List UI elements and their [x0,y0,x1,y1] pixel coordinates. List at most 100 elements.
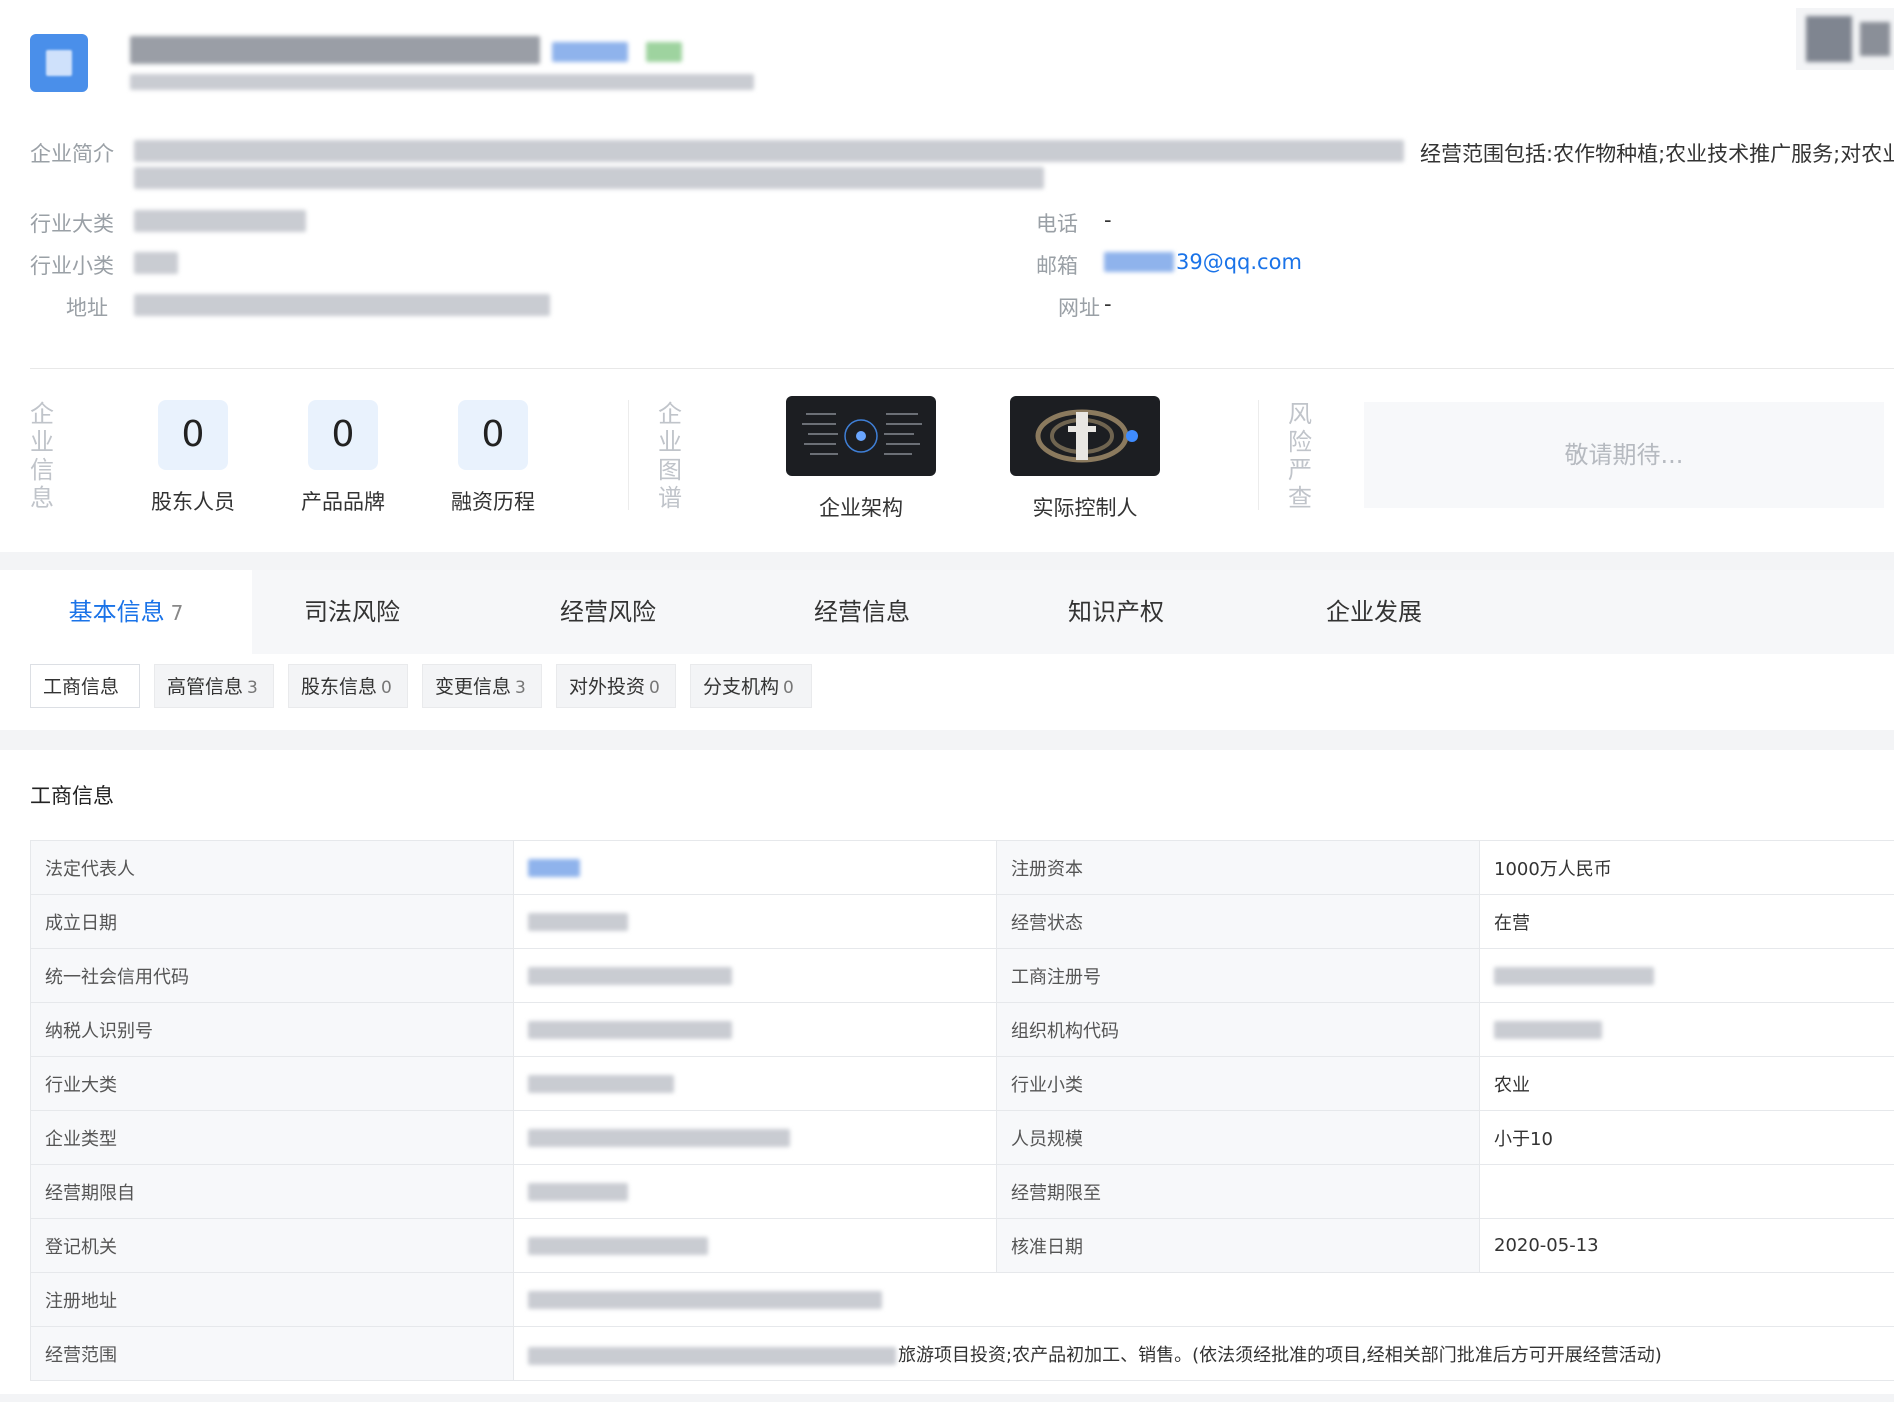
stat-label: 股东人员 [151,490,235,514]
table-key: 核准日期 [996,1218,1480,1273]
qr-code-icon[interactable] [1796,8,1894,70]
table-key: 法定代表人 [30,840,514,895]
subtab-count: 3 [247,678,258,698]
subtab-changes[interactable]: 变更信息 3 [422,664,542,708]
strip-separator [1258,400,1259,510]
website-value: - [1104,292,1112,316]
table-value-redacted [513,1164,997,1219]
risk-vertical-label: 风险严查 [1288,400,1312,512]
table-key: 统一社会信用代码 [30,948,514,1003]
table-value-redacted [513,1002,997,1057]
card-label: 实际控制人 [1032,496,1138,520]
subtab-executives[interactable]: 高管信息 3 [154,664,274,708]
table-row: 法定代表人 注册资本 1000万人民币 [30,840,1894,895]
tab-development[interactable]: 企业发展 [1274,570,1474,654]
subtab-business-registration[interactable]: 工商信息 [30,664,140,708]
org-structure-thumbnail-icon [786,396,936,476]
email-label: 邮箱 [1036,254,1078,278]
table-row: 经营范围 旅游项目投资;农产品初加工、销售。(依法须经批准的项目,经相关部门批准… [30,1326,1894,1381]
table-value [1479,1164,1894,1219]
subtab-count: 3 [515,678,526,698]
subindustry-value-redacted [134,252,178,274]
table-value-redacted [513,894,997,949]
corp-info-vertical-label: 企业信息 [30,400,54,512]
subtab-count: 0 [649,678,660,698]
legal-rep-value[interactable] [513,840,997,895]
business-info-table: 法定代表人 注册资本 1000万人民币 成立日期 经营状态 在营 统一社会信用代… [30,840,1894,1381]
address-label: 地址 [66,296,108,320]
table-key: 经营状态 [996,894,1480,949]
card-label: 企业架构 [819,496,903,520]
table-key: 注册地址 [30,1272,514,1327]
table-key: 人员规模 [996,1110,1480,1165]
subindustry-label: 行业小类 [30,254,114,278]
subtab-label: 对外投资 [569,676,646,698]
stat-label: 融资历程 [451,490,535,514]
table-value-redacted [513,1056,997,1111]
stat-count: 0 [458,400,528,470]
tab-basic-info[interactable]: 基本信息 7 [0,570,252,654]
tab-badge: 7 [170,601,184,625]
table-value: 1000万人民币 [1479,840,1894,895]
subtab-label: 分支机构 [703,676,780,698]
subtab-label: 变更信息 [435,676,512,698]
intro-label: 企业简介 [30,142,114,166]
coming-soon-panel: 敬请期待... [1364,402,1884,508]
phone-label: 电话 [1036,212,1078,236]
subtab-shareholders[interactable]: 股东信息 0 [288,664,408,708]
stat-count: 0 [308,400,378,470]
table-key: 经营期限自 [30,1164,514,1219]
table-key: 工商注册号 [996,948,1480,1003]
website-label: 网址 [1058,296,1100,320]
tab-label: 司法风险 [304,598,400,626]
org-structure-card[interactable]: 企业架构 [786,396,936,522]
tab-business-risk[interactable]: 经营风险 [508,570,708,654]
email-link[interactable]: 39@qq.com [1176,250,1302,274]
business-scope-text: 旅游项目投资;农产品初加工、销售。(依法须经批准的项目,经相关部门批准后方可开展… [898,1344,1662,1366]
divider [30,368,1894,369]
subtab-count: 0 [783,678,794,698]
table-key: 纳税人识别号 [30,1002,514,1057]
table-key: 登记机关 [30,1218,514,1273]
table-row: 纳税人识别号 组织机构代码 [30,1002,1894,1057]
tab-judicial-risk[interactable]: 司法风险 [252,570,452,654]
table-key: 企业类型 [30,1110,514,1165]
intro-text: 经营范围包括:农作物种植;农业技术推广服务;对农业 [1420,142,1894,166]
status-badge-redacted [646,42,682,62]
financing-stat[interactable]: 0 融资历程 [428,400,558,516]
table-value: 小于10 [1479,1110,1894,1165]
company-name-redacted [130,36,540,64]
main-tabs: 基本信息 7 司法风险 经营风险 经营信息 知识产权 企业发展 [0,570,1894,654]
intro-text-redacted [134,140,1404,162]
table-value-redacted [1479,948,1894,1003]
table-value: 农业 [1479,1056,1894,1111]
table-row: 成立日期 经营状态 在营 [30,894,1894,949]
stat-label: 产品品牌 [301,490,385,514]
shareholders-stat[interactable]: 0 股东人员 [128,400,258,516]
table-row: 统一社会信用代码 工商注册号 [30,948,1894,1003]
subtab-label: 股东信息 [301,676,378,698]
tab-business-info[interactable]: 经营信息 [762,570,962,654]
table-key: 行业大类 [30,1056,514,1111]
table-value-redacted [1479,1002,1894,1057]
table-value-redacted [513,1218,997,1273]
company-logo-icon [30,34,88,92]
subtab-branches[interactable]: 分支机构 0 [690,664,812,708]
table-row: 登记机关 核准日期 2020-05-13 [30,1218,1894,1273]
table-key: 组织机构代码 [996,1002,1480,1057]
section-gap [0,730,1894,750]
brands-stat[interactable]: 0 产品品牌 [278,400,408,516]
tab-ip[interactable]: 知识产权 [1016,570,1216,654]
section-gap [0,1394,1894,1402]
intro-text-redacted-2 [134,167,1044,189]
tab-label: 企业发展 [1326,598,1422,626]
tab-label: 基本信息 [68,598,165,626]
table-key: 成立日期 [30,894,514,949]
table-key: 经营期限至 [996,1164,1480,1219]
company-meta-redacted [130,74,754,90]
company-header [0,0,1894,120]
section-gap [0,552,1894,570]
table-key: 经营范围 [30,1326,514,1381]
subtab-investments[interactable]: 对外投资 0 [556,664,676,708]
actual-controller-card[interactable]: 实际控制人 [1010,396,1160,522]
